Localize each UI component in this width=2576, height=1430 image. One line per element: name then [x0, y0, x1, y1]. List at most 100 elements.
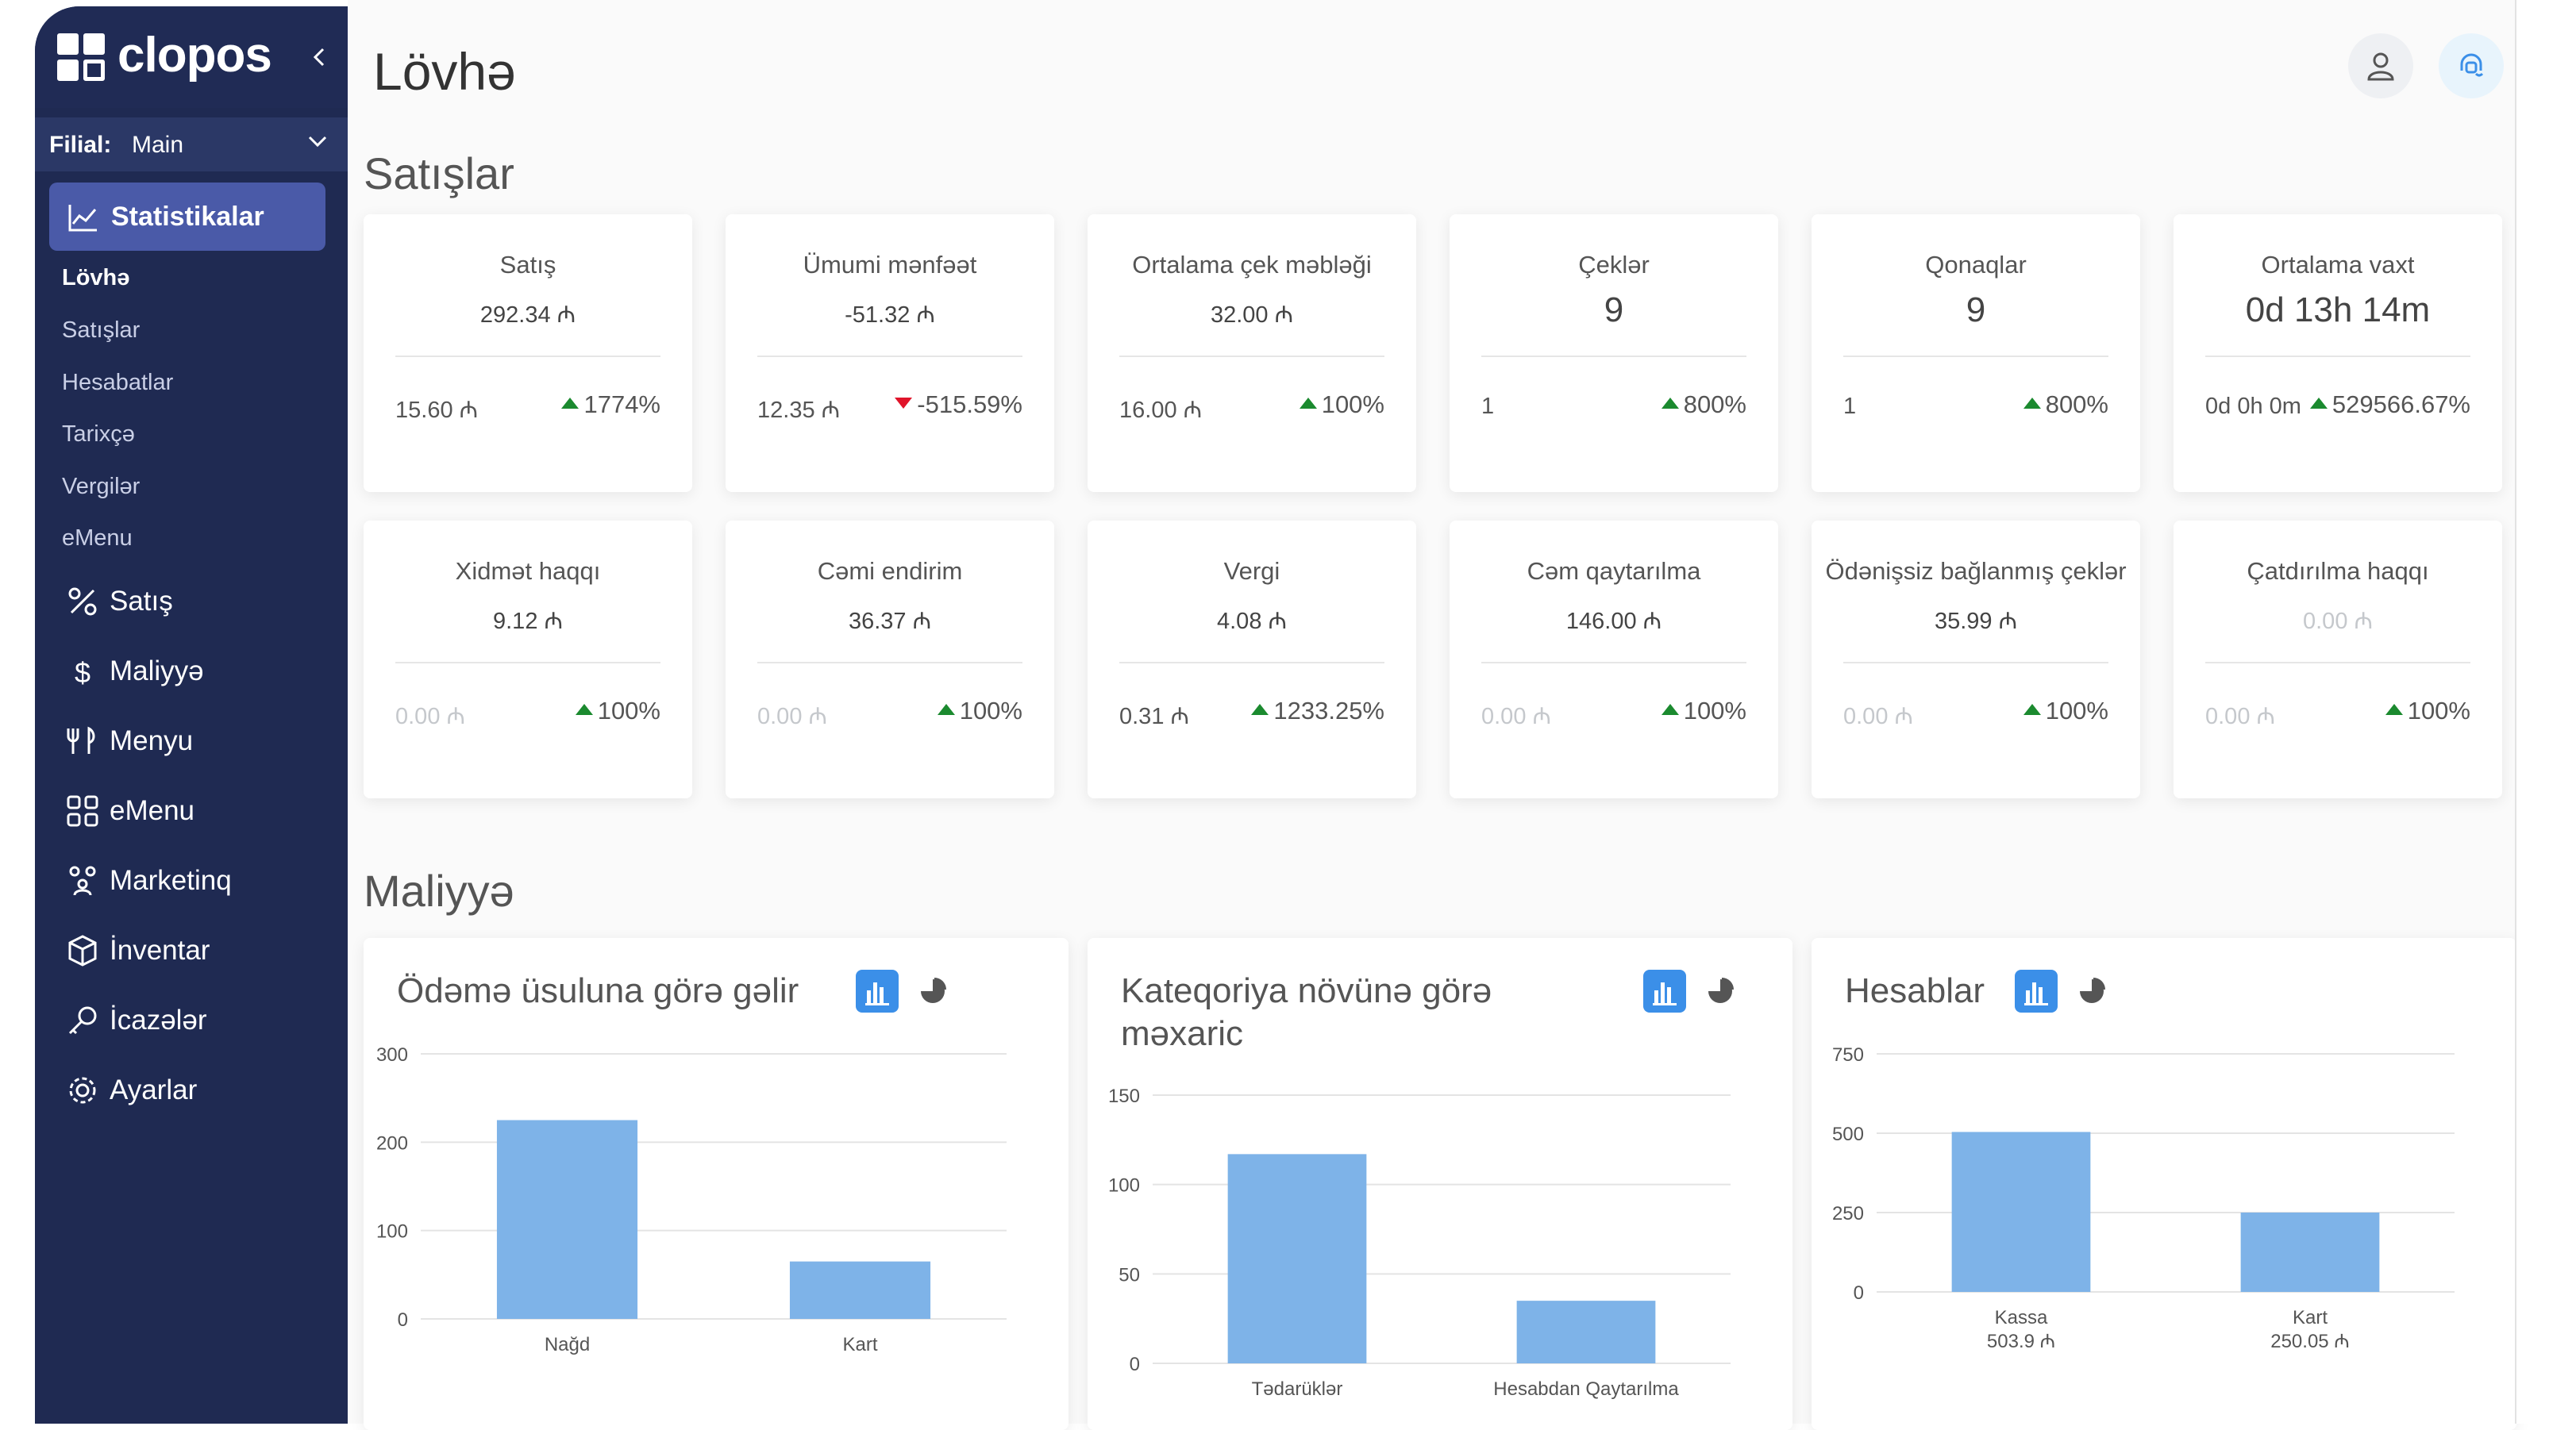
subnav-lovhe[interactable]: Lövhə [62, 265, 129, 291]
support-chat-button[interactable] [2439, 33, 2504, 98]
divider [1843, 356, 2108, 357]
nav-item-label: Ayarlar [110, 1074, 198, 1105]
nav-item-icazeler[interactable]: İcazələr [65, 997, 327, 1044]
divider [395, 662, 660, 663]
stat-card-previous-value: 15.60 ₼ [395, 398, 479, 423]
nav-item-inventar[interactable]: İnventar [65, 927, 327, 974]
subnav-satislar[interactable]: Satışlar [62, 317, 140, 344]
stat-card: Xidmət haqqı 9.12 ₼ 0.00 ₼ 100% [364, 521, 692, 798]
subnav-vergiler[interactable]: Vergilər [62, 474, 140, 500]
section-title-sales: Satışlar [364, 148, 514, 198]
stat-card-value: 32.00 ₼ [1210, 302, 1294, 328]
box-icon [68, 935, 97, 967]
subnav-hesabatlar[interactable]: Hesabatlar [62, 370, 173, 396]
stat-card: Satış 292.34 ₼ 15.60 ₼ 1774% [364, 214, 692, 492]
stat-card-title: Ödənişsiz bağlanmış çeklər [1825, 557, 2127, 585]
nav-item-satis[interactable]: Satış [65, 578, 327, 625]
branch-selector[interactable]: Filial: Main [35, 117, 348, 171]
x-tick-label: Kassa [1995, 1307, 2048, 1328]
x-tick-label: Nağd [545, 1334, 590, 1355]
stat-card: Vergi 4.08 ₼ 0.31 ₼ 1233.25% [1088, 521, 1416, 798]
chat-support-icon [2460, 53, 2484, 77]
stat-card-previous-value: 0.00 ₼ [757, 704, 827, 729]
stat-card-change: -515.59% [895, 390, 1022, 419]
chevron-down-icon [308, 136, 327, 148]
collapse-sidebar-button[interactable] [303, 41, 335, 73]
main-content: Lövhə Satışlar Satış 292.34 ₼ 15.60 ₼ 1774%… [348, 0, 2516, 1430]
stat-card-title: Çeklər [1578, 251, 1650, 279]
divider [2205, 356, 2470, 357]
divider [1119, 662, 1384, 663]
dollar-icon: $ [75, 656, 90, 689]
nav-item-label: Satış [110, 586, 173, 617]
y-tick-label: 250 [1832, 1203, 1864, 1224]
stat-card-change: 529566.67% [2309, 390, 2470, 419]
stat-card-value: 4.08 ₼ [1217, 609, 1287, 634]
stat-card-change: 100% [937, 697, 1022, 725]
bar-chart: 0 50 100 150 Tədarüklər Hesabdan Qaytarılma [1108, 1086, 1731, 1400]
arrow-up-icon [1661, 703, 1679, 715]
chart-line-icon [68, 205, 97, 232]
bar[interactable] [789, 1261, 931, 1319]
bar[interactable] [496, 1120, 638, 1320]
bar-chart: 0 250 500 750 Kassa 503.9 ₼ Kart 250.05 ₼ [1832, 1044, 2455, 1352]
divider [1481, 662, 1746, 663]
section-title-finance: Maliyyə [364, 866, 514, 916]
bar-chart: 0 100 200 300 Nağd Kart [376, 1044, 1007, 1355]
y-tick-label: 750 [1832, 1044, 1864, 1066]
profile-button[interactable] [2348, 33, 2413, 98]
nav-item-maliyye[interactable]: $ Maliyyə [65, 648, 327, 695]
arrow-up-icon [937, 703, 955, 715]
chart-card-category-expense: Kateqoriya növünə görə məxaric 0 50 100 150… [1088, 938, 1792, 1430]
stat-card-value: -51.32 ₼ [845, 302, 935, 328]
stat-card-previous-value: 0.00 ₼ [2205, 704, 2275, 729]
gear-icon [69, 1077, 96, 1104]
stat-card-title: Xidmət haqqı [455, 557, 601, 585]
stat-card: Ortalama çek məbləği 32.00 ₼ 16.00 ₼ 100% [1088, 214, 1416, 492]
bar[interactable] [1516, 1301, 1656, 1363]
bar[interactable] [1951, 1132, 2091, 1292]
stat-card: Ümumi mənfəət -51.32 ₼ 12.35 ₼ -515.59% [726, 214, 1054, 492]
bar[interactable] [2240, 1212, 2380, 1292]
stat-card-previous-value: 0d 0h 0m [2205, 394, 2301, 419]
x-tick-label: Hesabdan Qaytarılma [1493, 1378, 1679, 1400]
stat-card-change-value: 100% [1321, 390, 1384, 418]
nav-item-emenu[interactable]: eMenu [65, 787, 327, 835]
window-edge [2515, 0, 2576, 1424]
logo-icon [57, 33, 106, 83]
nav-item-statistikalar[interactable]: Statistikalar [49, 183, 325, 251]
stat-card-change-value: 100% [2045, 697, 2108, 725]
stat-card-title: Cəm qaytarılma [1527, 557, 1701, 585]
stat-card-previous-value: 0.00 ₼ [395, 704, 465, 729]
nav-item-menyu[interactable]: Menyu [65, 717, 327, 765]
stat-card-value: 146.00 ₼ [1565, 609, 1662, 634]
stat-card-previous-value: 16.00 ₼ [1119, 398, 1203, 423]
branch-label: Filial: [49, 132, 112, 158]
divider [1119, 356, 1384, 357]
stat-card-change: 100% [2385, 697, 2470, 725]
x-tick-sublabel: 503.9 ₼ [1987, 1331, 2055, 1352]
stat-card: Cəmi endirim 36.37 ₼ 0.00 ₼ 100% [726, 521, 1054, 798]
chevron-left-icon [313, 48, 325, 67]
nav-item-marketinq[interactable]: Marketinq [65, 857, 327, 905]
subnav-emenu[interactable]: eMenu [62, 525, 133, 552]
arrow-up-icon [1299, 397, 1317, 409]
divider [757, 662, 1022, 663]
arrow-up-icon [2023, 703, 2041, 715]
bar[interactable] [1227, 1154, 1367, 1363]
stat-card-value: 0d 13h 14m [2245, 290, 2431, 329]
stat-card-value: 9 [1966, 290, 1986, 329]
stat-card-previous-value: 0.00 ₼ [1843, 704, 1913, 729]
stat-card-title: Qonaqlar [1925, 251, 2027, 279]
users-icon [69, 866, 96, 896]
stat-card-title: Ortalama çek məbləği [1132, 251, 1372, 279]
nav-item-ayarlar[interactable]: Ayarlar [65, 1067, 327, 1114]
chart-card-payment-income: Ödəmə üsuluna görə gəlir 0 100 200 300 Nağd K… [364, 938, 1069, 1430]
stat-card-title: Çatdırılma haqqı [2247, 557, 2429, 585]
stat-card-change: 100% [1299, 390, 1384, 419]
stat-card-title: Cəmi endirim [817, 557, 963, 585]
stat-card-value: 35.99 ₼ [1934, 609, 2018, 634]
sidebar-header: clopos [35, 6, 348, 108]
subnav-tarixce[interactable]: Tarixçə [62, 421, 135, 448]
cutlery-icon [67, 726, 95, 754]
